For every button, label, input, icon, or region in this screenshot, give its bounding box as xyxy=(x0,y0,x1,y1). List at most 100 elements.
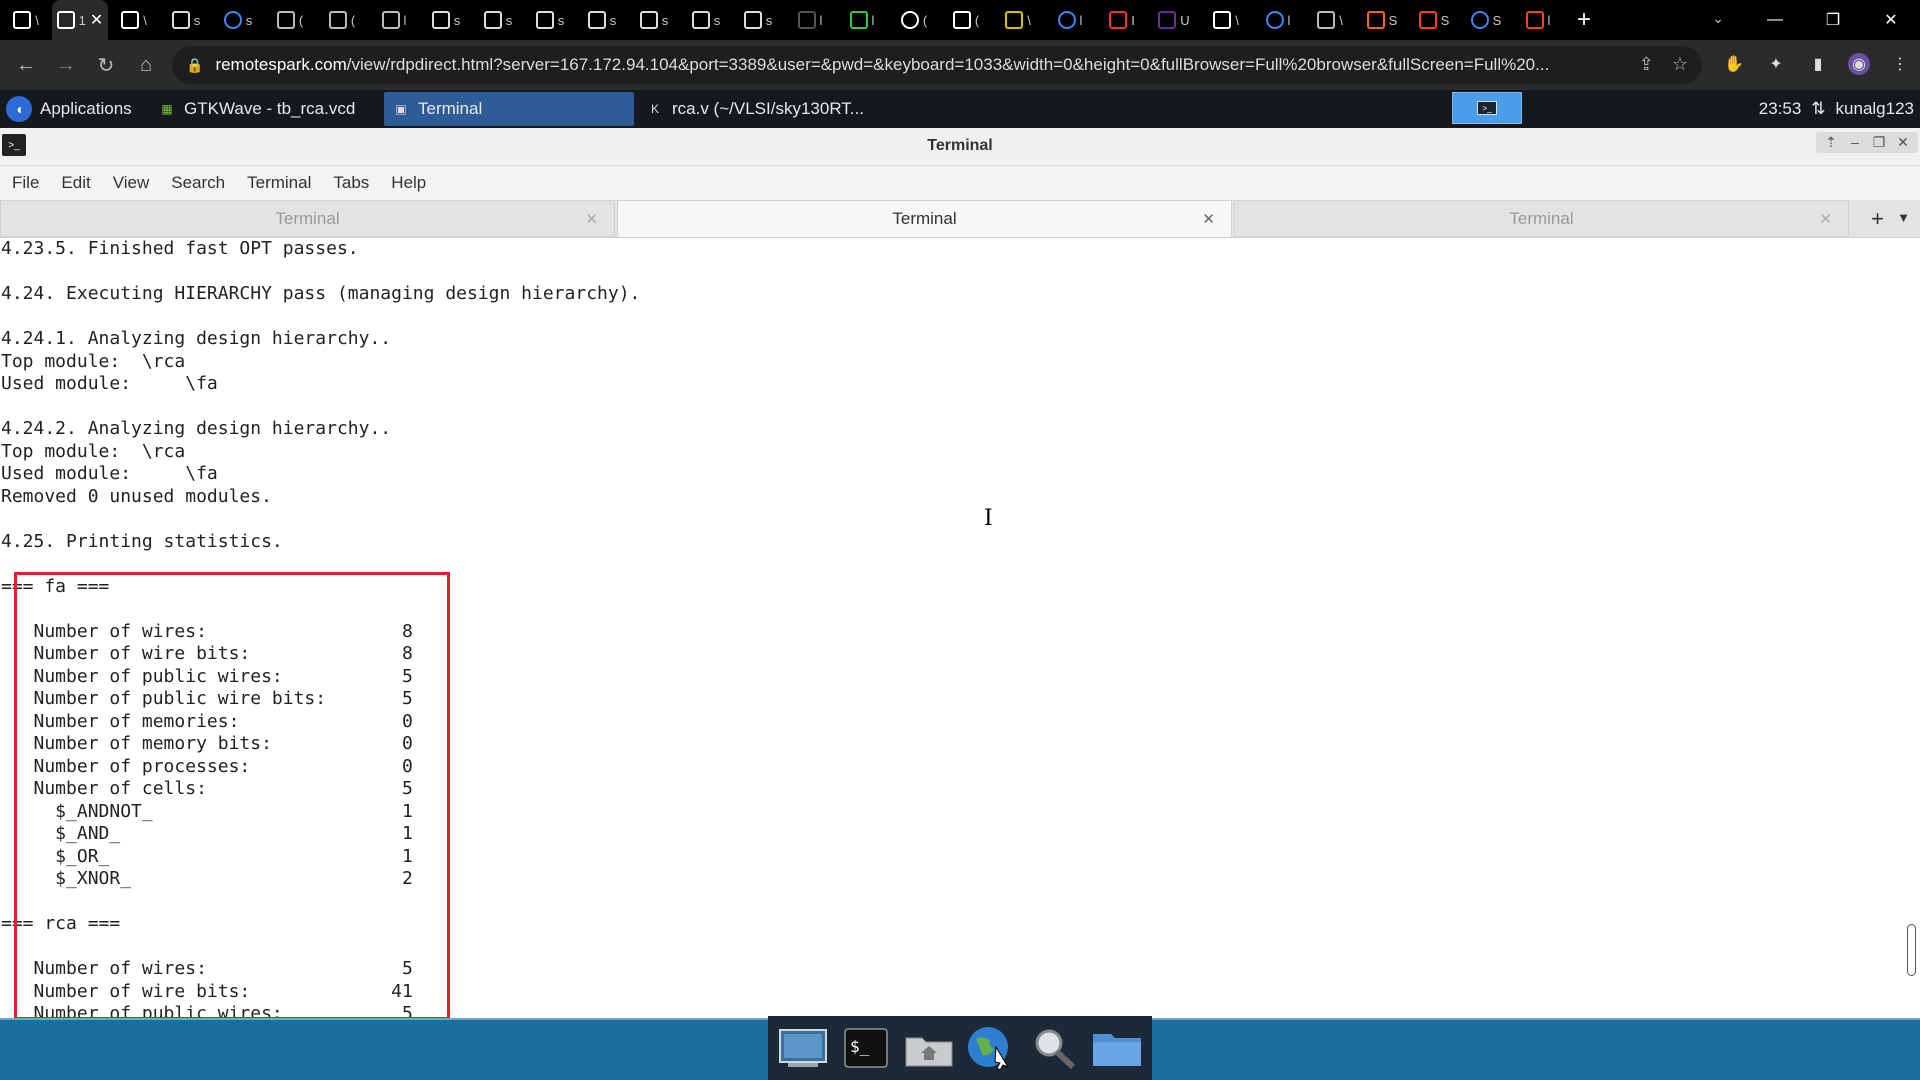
taskbar-item-label: rca.v (~/VLSI/sky130RT... xyxy=(672,99,864,118)
browser-tab[interactable]: l xyxy=(836,0,888,40)
browser-tab[interactable]: S xyxy=(1408,0,1460,40)
maximize-up-icon[interactable]: ⇡ xyxy=(1820,134,1842,151)
browser-tab[interactable]: ( xyxy=(316,0,368,40)
minimize-icon[interactable]: – xyxy=(1844,134,1866,151)
browser-tab[interactable]: s xyxy=(420,0,472,40)
minimize-icon[interactable]: — xyxy=(1746,11,1804,29)
lock-icon[interactable]: 🔒 xyxy=(186,57,203,74)
terminal-scrollbar[interactable] xyxy=(1904,238,1918,1018)
browser-tab[interactable]: \ xyxy=(992,0,1044,40)
browser-tab[interactable]: U xyxy=(1148,0,1200,40)
tab-close-icon[interactable]: ✕ xyxy=(90,10,103,30)
tab-favicon-icon xyxy=(13,11,32,29)
extensions-area: ✋ ✦ ▮ ◉ ⋮ xyxy=(1722,52,1912,76)
browser-tab[interactable]: s xyxy=(472,0,524,40)
search-icon[interactable] xyxy=(1027,1023,1081,1073)
tab-title: ( xyxy=(298,12,304,28)
terminal-tab[interactable]: Terminal ✕ xyxy=(617,200,1232,237)
menu-tabs[interactable]: Tabs xyxy=(333,173,369,193)
browser-tab[interactable]: l xyxy=(368,0,420,40)
terminal-icon: ▣ xyxy=(395,102,407,116)
desktop-icon[interactable] xyxy=(776,1023,830,1073)
profile-avatar-icon[interactable]: ◉ xyxy=(1848,53,1870,75)
terminal-tab-close-icon[interactable]: ✕ xyxy=(1202,210,1215,228)
browser-tab[interactable]: s xyxy=(160,0,212,40)
home-folder-icon[interactable] xyxy=(902,1023,956,1073)
menu-kebab-icon[interactable]: ⋮ xyxy=(1888,52,1912,76)
tab-favicon-icon xyxy=(952,11,971,29)
browser-tab[interactable]: l xyxy=(1044,0,1096,40)
browser-tab[interactable]: s xyxy=(212,0,264,40)
terminal-titlebar[interactable]: >_ Terminal ⇡ – ❐ ✕ xyxy=(0,128,1920,166)
workspace-pager[interactable]: >_ xyxy=(1452,92,1522,124)
tab-favicon-icon xyxy=(1158,11,1177,29)
terminal-tab-close-icon[interactable]: ✕ xyxy=(585,210,598,228)
browser-tab[interactable]: ( xyxy=(264,0,316,40)
browser-tab[interactable]: s xyxy=(680,0,732,40)
browser-tab[interactable]: 1 ✕ xyxy=(52,0,108,40)
applications-menu[interactable]: ◖ Applications xyxy=(0,96,150,122)
browser-tab[interactable]: l xyxy=(784,0,836,40)
browser-tab[interactable]: s xyxy=(524,0,576,40)
terminal-tab[interactable]: Terminal ✕ xyxy=(0,200,615,237)
tab-title: ( xyxy=(922,12,928,28)
menu-file[interactable]: File xyxy=(12,173,39,193)
menu-terminal[interactable]: Terminal xyxy=(247,173,311,193)
browser-tab[interactable]: I xyxy=(1096,0,1148,40)
reload-icon[interactable]: ↻ xyxy=(86,53,126,78)
scrollbar-thumb[interactable] xyxy=(1907,924,1916,976)
terminal-icon[interactable]: $_ xyxy=(839,1023,893,1073)
user-name[interactable]: kunalg123 xyxy=(1836,99,1914,119)
home-icon[interactable]: ⌂ xyxy=(126,54,166,77)
tab-list-dropdown-icon[interactable]: ▼ xyxy=(1897,210,1910,225)
browser-tab[interactable]: s xyxy=(576,0,628,40)
taskbar-item[interactable]: ▣ Terminal xyxy=(384,92,634,126)
taskbar-item[interactable]: ▦ GTKWave - tb_rca.vcd xyxy=(150,92,380,126)
browser-tab[interactable]: \ xyxy=(0,0,52,40)
browser-tab[interactable]: l xyxy=(1512,0,1564,40)
browser-tab[interactable]: l xyxy=(1252,0,1304,40)
terminal-tab-close-icon[interactable]: ✕ xyxy=(1819,210,1832,228)
bookmark-star-icon[interactable]: ☆ xyxy=(1672,54,1688,75)
taskbar-item[interactable]: Krca.v (~/VLSI/sky130RT... xyxy=(638,92,878,126)
browser-tab[interactable]: \ xyxy=(108,0,160,40)
clock[interactable]: 23:53 xyxy=(1759,99,1802,119)
share-icon[interactable]: ⇪ xyxy=(1639,54,1654,75)
new-tab-plus-icon[interactable]: + xyxy=(1564,6,1604,34)
browser-tab[interactable]: s xyxy=(628,0,680,40)
browser-tab[interactable]: \ xyxy=(1304,0,1356,40)
browser-tab[interactable]: S xyxy=(1460,0,1512,40)
menu-edit[interactable]: Edit xyxy=(61,173,90,193)
browser-tab[interactable]: s xyxy=(732,0,784,40)
url-text[interactable]: remotespark.com/view/rdpdirect.html?serv… xyxy=(215,55,1615,75)
web-browser-icon[interactable] xyxy=(964,1023,1018,1073)
address-bar[interactable]: 🔒 remotespark.com/view/rdpdirect.html?se… xyxy=(172,46,1702,84)
menu-search[interactable]: Search xyxy=(171,173,225,193)
browser-tab[interactable]: S xyxy=(1356,0,1408,40)
terminal-tab[interactable]: Terminal ✕ xyxy=(1234,200,1849,237)
menu-help[interactable]: Help xyxy=(391,173,426,193)
close-icon[interactable]: ✕ xyxy=(1892,134,1914,151)
menu-view[interactable]: View xyxy=(113,173,150,193)
editor-icon: K xyxy=(650,102,659,116)
tab-search-chevron-icon[interactable]: ⌄ xyxy=(1712,10,1724,27)
new-tab-plus-icon[interactable]: + xyxy=(1871,206,1884,232)
close-icon[interactable]: ✕ xyxy=(1862,10,1920,30)
extension-hand-icon[interactable]: ✋ xyxy=(1722,52,1746,76)
browser-tab[interactable]: ( xyxy=(888,0,940,40)
tab-favicon-icon xyxy=(1366,11,1385,29)
terminal-tabbar: Terminal ✕ Terminal ✕ Terminal ✕ + ▼ xyxy=(0,200,1920,238)
side-panel-icon[interactable]: ▮ xyxy=(1806,52,1830,76)
tab-title: l xyxy=(1287,12,1291,28)
puzzle-extensions-icon[interactable]: ✦ xyxy=(1764,52,1788,76)
restore-icon[interactable]: ❐ xyxy=(1804,10,1862,30)
browser-tab[interactable]: ( xyxy=(940,0,992,40)
forward-icon[interactable]: → xyxy=(46,54,86,77)
restore-icon[interactable]: ❐ xyxy=(1868,134,1890,151)
browser-tab[interactable]: \ xyxy=(1200,0,1252,40)
files-icon[interactable] xyxy=(1090,1023,1144,1073)
tab-title: s xyxy=(505,12,513,28)
network-arrows-icon[interactable]: ⇅ xyxy=(1811,99,1825,119)
back-icon[interactable]: ← xyxy=(6,54,46,77)
